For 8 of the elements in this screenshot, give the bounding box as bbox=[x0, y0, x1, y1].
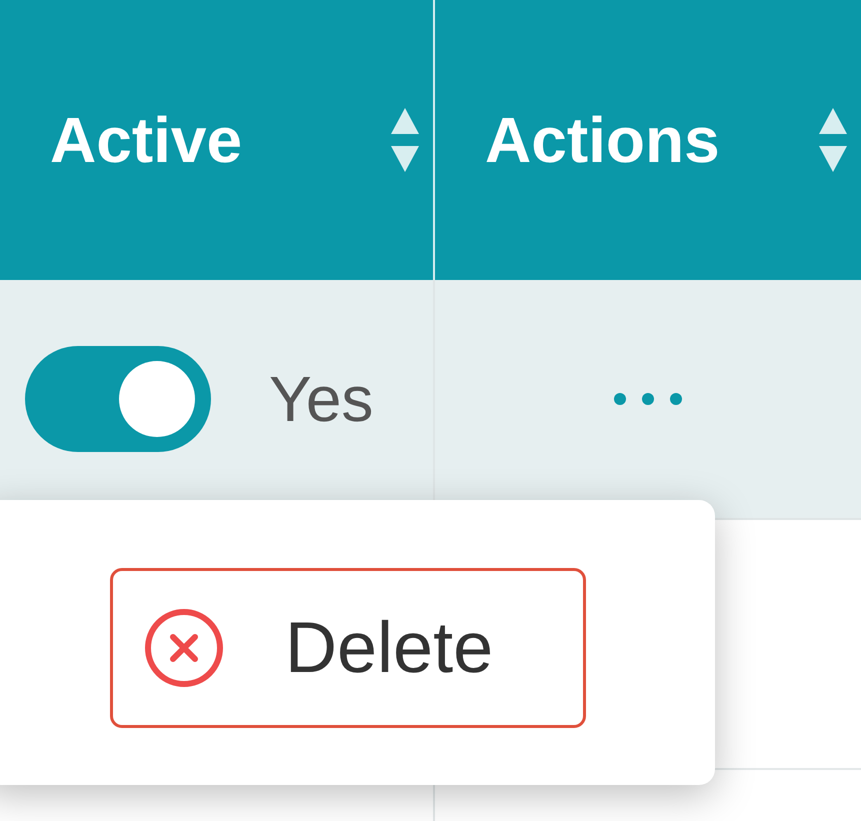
close-circle-icon bbox=[143, 607, 225, 689]
delete-menu-item[interactable]: Delete bbox=[110, 568, 586, 728]
more-icon[interactable] bbox=[613, 392, 683, 406]
column-header[interactable]: Active bbox=[50, 108, 242, 172]
status-text: Yes bbox=[269, 367, 374, 431]
sort-icon[interactable] bbox=[389, 106, 421, 174]
sort-icon[interactable] bbox=[817, 106, 849, 174]
column-header[interactable]: Actions bbox=[485, 108, 720, 172]
